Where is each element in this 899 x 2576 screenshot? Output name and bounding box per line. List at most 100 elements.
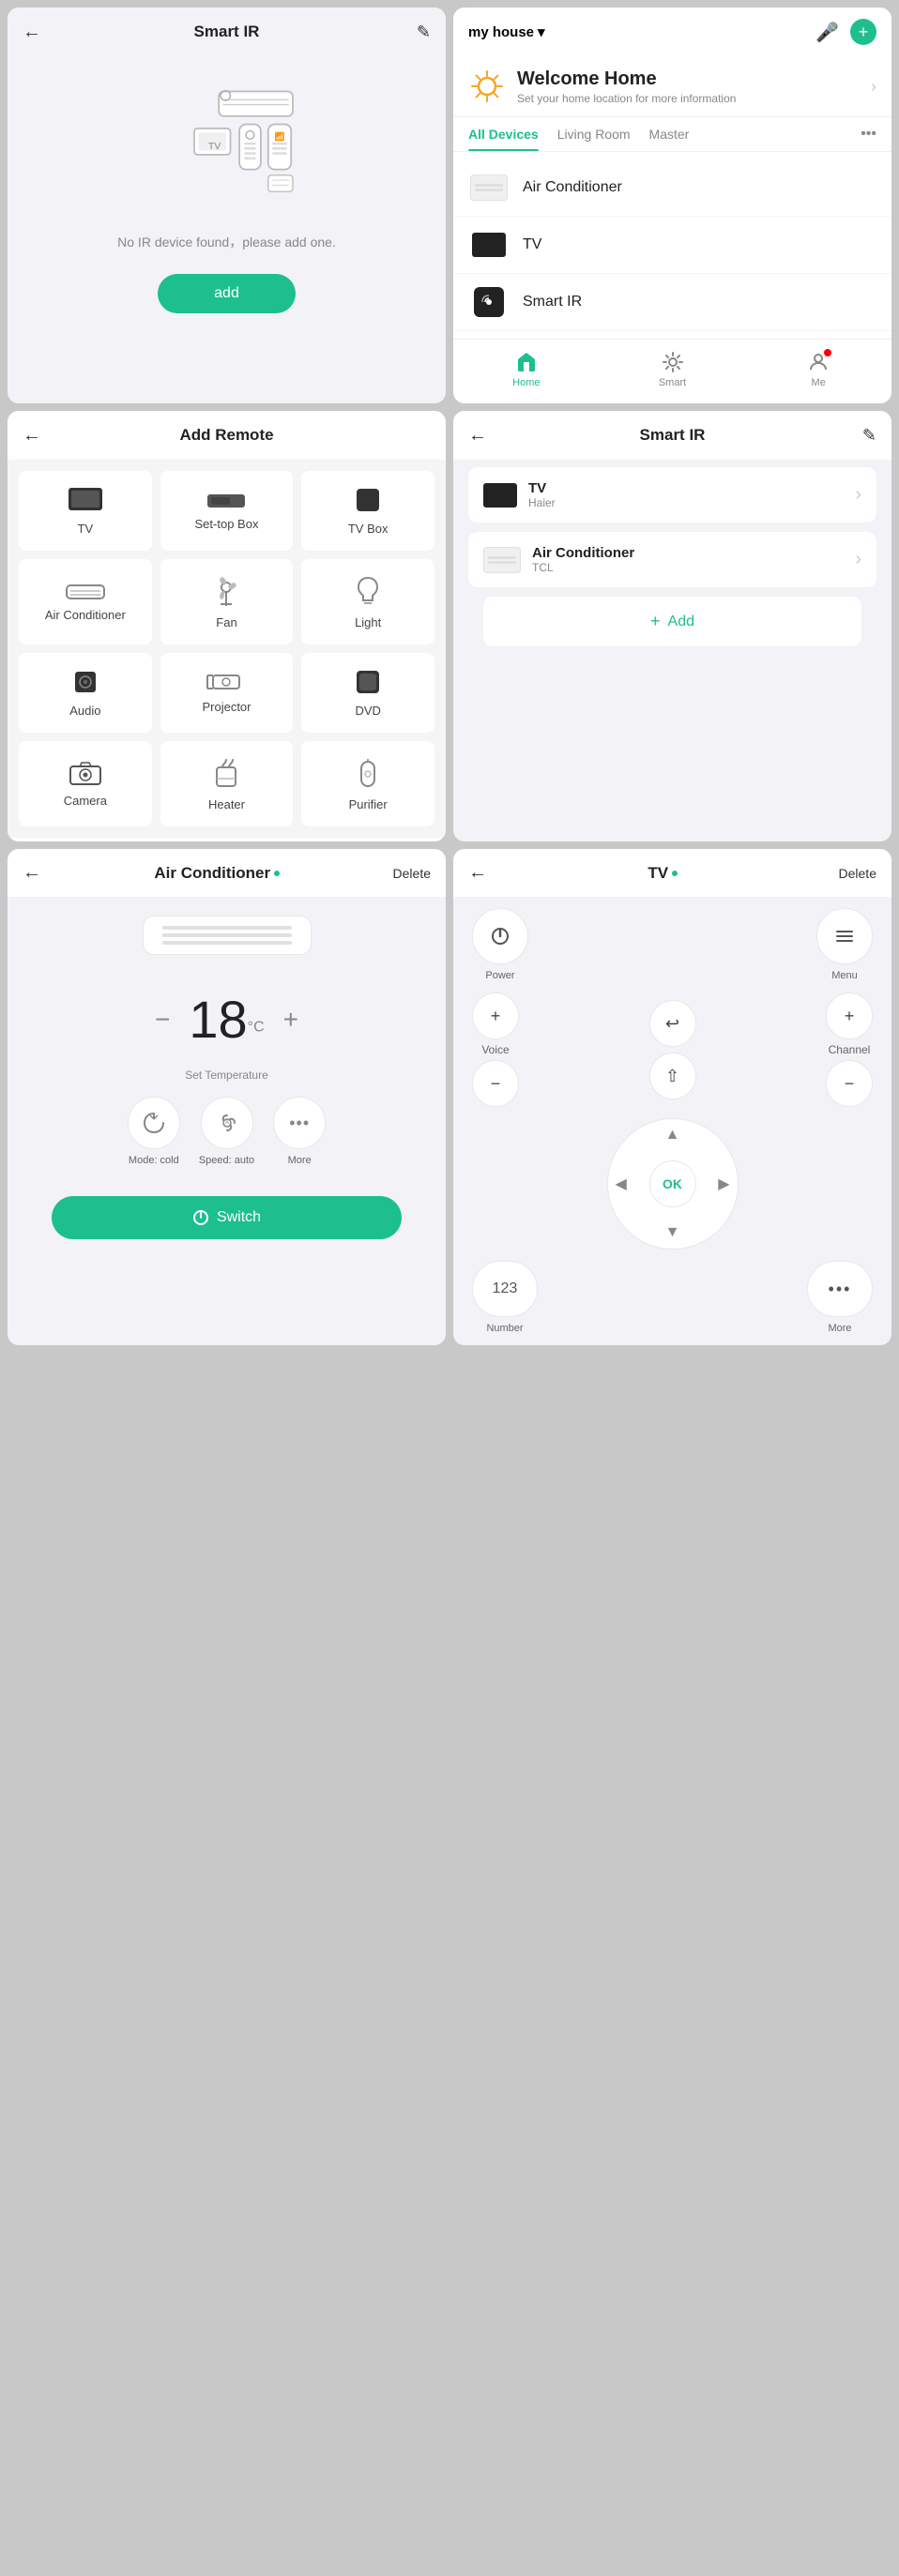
- tv-bottom-row: 123 Number ••• More: [472, 1261, 873, 1334]
- ac-remote-header: ← Air Conditioner Delete: [8, 849, 446, 897]
- tab-master[interactable]: Master: [649, 117, 690, 151]
- category-camera[interactable]: Camera: [19, 741, 152, 826]
- voice-label: Voice: [481, 1043, 509, 1056]
- temp-decrease-button[interactable]: −: [155, 1005, 170, 1035]
- nav-smart[interactable]: Smart: [600, 347, 746, 392]
- category-light[interactable]: Light: [301, 559, 434, 644]
- temp-increase-button[interactable]: +: [283, 1005, 298, 1035]
- ir-device-ac[interactable]: Air Conditioner TCL: [468, 532, 876, 587]
- tv-delete-button[interactable]: Delete: [839, 866, 876, 881]
- house-selector[interactable]: my house ▾: [468, 23, 545, 40]
- category-settop[interactable]: Set-top Box: [160, 471, 294, 551]
- remote-category-grid: TV Set-top Box TV Box: [8, 460, 446, 838]
- category-tv[interactable]: TV: [19, 471, 152, 551]
- category-projector-label: Projector: [202, 700, 251, 714]
- category-dvd[interactable]: DVD: [301, 653, 434, 733]
- category-fan-label: Fan: [216, 615, 236, 629]
- channel-down-button[interactable]: −: [826, 1060, 873, 1107]
- tv-remote-title-text: TV: [648, 864, 668, 883]
- ac-mode-controls: Mode: cold A Speed: auto •••: [8, 1082, 446, 1181]
- temp-set-label: Set Temperature: [8, 1068, 446, 1082]
- welcome-banner[interactable]: Welcome Home Set your home location for …: [453, 56, 891, 117]
- category-projector[interactable]: Projector: [160, 653, 294, 733]
- smart-ir-title: Smart IR: [640, 426, 706, 445]
- ac-more-button[interactable]: ••• More: [273, 1097, 326, 1166]
- add-icon[interactable]: +: [850, 19, 876, 45]
- ac-speed-button[interactable]: A Speed: auto: [199, 1097, 254, 1166]
- nav-me[interactable]: Me: [745, 347, 891, 392]
- ac-switch-label: Switch: [217, 1209, 261, 1226]
- voice-up-button[interactable]: +: [472, 993, 519, 1039]
- ac-more-icon: •••: [273, 1097, 326, 1149]
- microphone-icon[interactable]: 🎤: [815, 21, 839, 44]
- category-audio[interactable]: Audio: [19, 653, 152, 733]
- device-item-tv[interactable]: TV: [453, 217, 891, 274]
- category-ac-label: Air Conditioner: [45, 608, 126, 622]
- edit-button[interactable]: ✎: [417, 23, 431, 42]
- add-icon: +: [650, 612, 661, 631]
- add-remote-back-button[interactable]: ←: [23, 425, 41, 447]
- ok-label: OK: [663, 1176, 682, 1191]
- tv-remote-back-button[interactable]: ←: [468, 862, 487, 884]
- ac-mode-icon: [128, 1097, 180, 1149]
- no-device-text: No IR device found，please add one.: [8, 225, 446, 259]
- header-icons: 🎤 +: [815, 19, 876, 45]
- bottom-navigation: Home Smart Me: [453, 339, 891, 400]
- channel-up-button[interactable]: +: [826, 993, 873, 1039]
- category-heater[interactable]: Heater: [160, 741, 294, 826]
- dpad-down-button[interactable]: ▼: [665, 1224, 680, 1241]
- voice-down-button[interactable]: −: [472, 1060, 519, 1107]
- back-button[interactable]: ←: [23, 22, 41, 43]
- category-fan[interactable]: Fan: [160, 559, 294, 644]
- smart-ir-edit-button[interactable]: ✎: [862, 426, 876, 446]
- up-button[interactable]: ⇧: [649, 1053, 696, 1099]
- menu-label: Menu: [831, 970, 858, 981]
- panel1-title: Smart IR: [194, 23, 260, 41]
- add-device-button[interactable]: add: [158, 274, 296, 313]
- device-item-ir[interactable]: Smart IR: [453, 274, 891, 331]
- ir-tv-info: TV Haier: [528, 480, 556, 509]
- more-tv-button[interactable]: •••: [807, 1261, 873, 1317]
- category-purifier[interactable]: Purifier: [301, 741, 434, 826]
- ok-button[interactable]: OK: [649, 1160, 696, 1207]
- back-button[interactable]: ↩: [649, 1000, 696, 1047]
- number-label: Number: [486, 1323, 523, 1334]
- panel1-header: ← Smart IR ✎: [8, 8, 446, 56]
- number-button[interactable]: 123: [472, 1261, 538, 1317]
- panel-smart-ir-devices: ← Smart IR ✎ TV Haier: [453, 411, 891, 841]
- ir-device-name: Smart IR: [523, 294, 582, 311]
- ac-switch-button[interactable]: Switch: [52, 1196, 403, 1239]
- power-button[interactable]: [472, 908, 528, 964]
- nav-home[interactable]: Home: [453, 347, 600, 392]
- ac-remote-back-button[interactable]: ←: [23, 862, 41, 884]
- nav-me-label: Me: [812, 377, 826, 388]
- category-tv-label: TV: [78, 522, 94, 536]
- chevron-down-icon: ▾: [538, 23, 545, 40]
- category-tvbox[interactable]: TV Box: [301, 471, 434, 551]
- welcome-chevron-icon: ›: [871, 77, 876, 97]
- tabs-more-icon[interactable]: •••: [861, 126, 876, 143]
- dpad-right-button[interactable]: ▶: [718, 1174, 729, 1193]
- category-ac[interactable]: Air Conditioner: [19, 559, 152, 644]
- panel-home-smart: my house ▾ 🎤 + Welcome Home: [453, 8, 891, 403]
- tv-status-dot: [672, 871, 678, 876]
- dpad-left-button[interactable]: ◀: [616, 1174, 627, 1193]
- ir-device-tv[interactable]: TV Haier: [468, 467, 876, 523]
- smart-ir-back-button[interactable]: ←: [468, 425, 487, 447]
- tab-living-room[interactable]: Living Room: [557, 117, 631, 151]
- tv-device-icon: [468, 230, 510, 260]
- nav-smart-label: Smart: [659, 377, 686, 388]
- add-remote-button[interactable]: + Add: [483, 597, 861, 646]
- device-item-ac[interactable]: Air Conditioner: [453, 159, 891, 217]
- power-control: Power: [472, 908, 528, 981]
- tab-all-devices[interactable]: All Devices: [468, 117, 539, 151]
- ir-ac-icon: [483, 547, 521, 573]
- ac-mode-button[interactable]: Mode: cold: [128, 1097, 180, 1166]
- dpad-up-button[interactable]: ▲: [665, 1127, 680, 1144]
- svg-text:A: A: [225, 1120, 229, 1126]
- ac-more-label: More: [288, 1155, 312, 1166]
- channel-label: Channel: [829, 1043, 871, 1056]
- ac-delete-button[interactable]: Delete: [393, 866, 431, 881]
- menu-button[interactable]: [816, 908, 873, 964]
- ir-device-list: TV Haier Air Conditioner TCL: [453, 460, 891, 654]
